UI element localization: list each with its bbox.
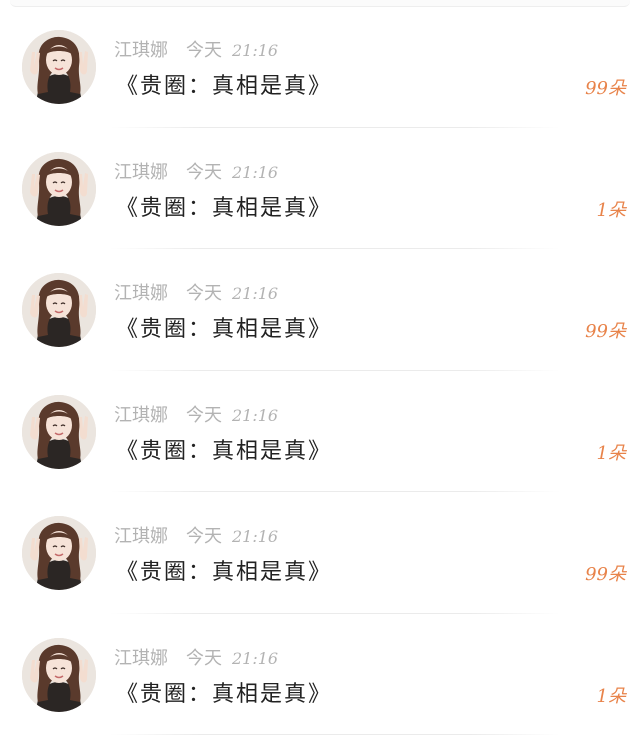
gift-count: 99朵 bbox=[585, 78, 626, 99]
list-item[interactable]: 江琪娜 今天 21:16 《贵圈：真相是真》 99朵 bbox=[0, 6, 640, 128]
gift-count: 1朵 bbox=[596, 199, 626, 221]
send-time: 21:16 bbox=[232, 162, 279, 182]
work-title[interactable]: 《贵圈：真相是真》 bbox=[116, 554, 332, 586]
send-time: 21:16 bbox=[232, 284, 279, 303]
list-item[interactable]: 江琪娜 今天 21:16 《贵圈：真相是真》 99朵 bbox=[0, 249, 640, 371]
list-item[interactable]: 江琪娜 今天 21:16 《贵圈：真相是真》 1朵 bbox=[0, 371, 640, 492]
avatar-photo-icon bbox=[22, 637, 96, 712]
gift-count: 99朵 bbox=[585, 321, 626, 342]
send-day: 今天 bbox=[186, 161, 222, 183]
avatar-photo-icon bbox=[22, 394, 96, 469]
work-title[interactable]: 《贵圈：真相是真》 bbox=[116, 676, 332, 708]
work-title[interactable]: 《贵圈：真相是真》 bbox=[116, 190, 332, 222]
send-day: 今天 bbox=[186, 40, 222, 61]
gift-count: 1朵 bbox=[596, 685, 626, 707]
sender-name[interactable]: 江琪娜 bbox=[114, 283, 168, 304]
sender-name[interactable]: 江琪娜 bbox=[114, 405, 168, 426]
avatar[interactable] bbox=[22, 30, 96, 104]
send-time: 21:16 bbox=[232, 648, 279, 668]
avatar-photo-icon bbox=[22, 151, 96, 226]
list-item[interactable]: 江琪娜 今天 21:16 《贵圈：真相是真》 1朵 bbox=[0, 614, 640, 735]
avatar[interactable] bbox=[22, 394, 96, 469]
list-item[interactable]: 江琪娜 今天 21:16 《贵圈：真相是真》 99朵 bbox=[0, 492, 640, 614]
send-time: 21:16 bbox=[232, 405, 279, 425]
avatar[interactable] bbox=[22, 637, 96, 712]
send-day: 今天 bbox=[186, 404, 222, 426]
work-title[interactable]: 《贵圈：真相是真》 bbox=[116, 311, 332, 343]
avatar-photo-icon bbox=[22, 30, 96, 104]
send-day: 今天 bbox=[186, 526, 222, 547]
sender-name[interactable]: 江琪娜 bbox=[114, 648, 168, 669]
send-day: 今天 bbox=[186, 647, 222, 669]
sender-meta: 江琪娜 今天 21:16 bbox=[114, 36, 278, 62]
sender-meta: 江琪娜 今天 21:16 bbox=[114, 644, 278, 670]
gift-count: 99朵 bbox=[585, 564, 626, 585]
sender-meta: 江琪娜 今天 21:16 bbox=[114, 522, 278, 548]
avatar[interactable] bbox=[22, 151, 96, 226]
sender-name[interactable]: 江琪娜 bbox=[114, 162, 168, 183]
sender-meta: 江琪娜 今天 21:16 bbox=[114, 279, 278, 305]
avatar[interactable] bbox=[22, 516, 96, 590]
send-day: 今天 bbox=[186, 283, 222, 304]
gift-count: 1朵 bbox=[596, 442, 626, 464]
avatar-photo-icon bbox=[22, 516, 96, 590]
sender-name[interactable]: 江琪娜 bbox=[114, 40, 168, 61]
list-item[interactable]: 江琪娜 今天 21:16 《贵圈：真相是真》 1朵 bbox=[0, 128, 640, 249]
avatar-photo-icon bbox=[22, 273, 96, 347]
sender-meta: 江琪娜 今天 21:16 bbox=[114, 401, 278, 427]
sender-meta: 江琪娜 今天 21:16 bbox=[114, 158, 278, 184]
gift-record-list: 江琪娜 今天 21:16 《贵圈：真相是真》 99朵 江琪娜 今天 21:16 《贵圈：… bbox=[0, 6, 640, 735]
send-time: 21:16 bbox=[232, 527, 279, 546]
work-title[interactable]: 《贵圈：真相是真》 bbox=[116, 433, 332, 465]
avatar[interactable] bbox=[22, 273, 96, 347]
sender-name[interactable]: 江琪娜 bbox=[114, 526, 168, 547]
send-time: 21:16 bbox=[232, 41, 279, 60]
work-title[interactable]: 《贵圈：真相是真》 bbox=[116, 68, 332, 100]
